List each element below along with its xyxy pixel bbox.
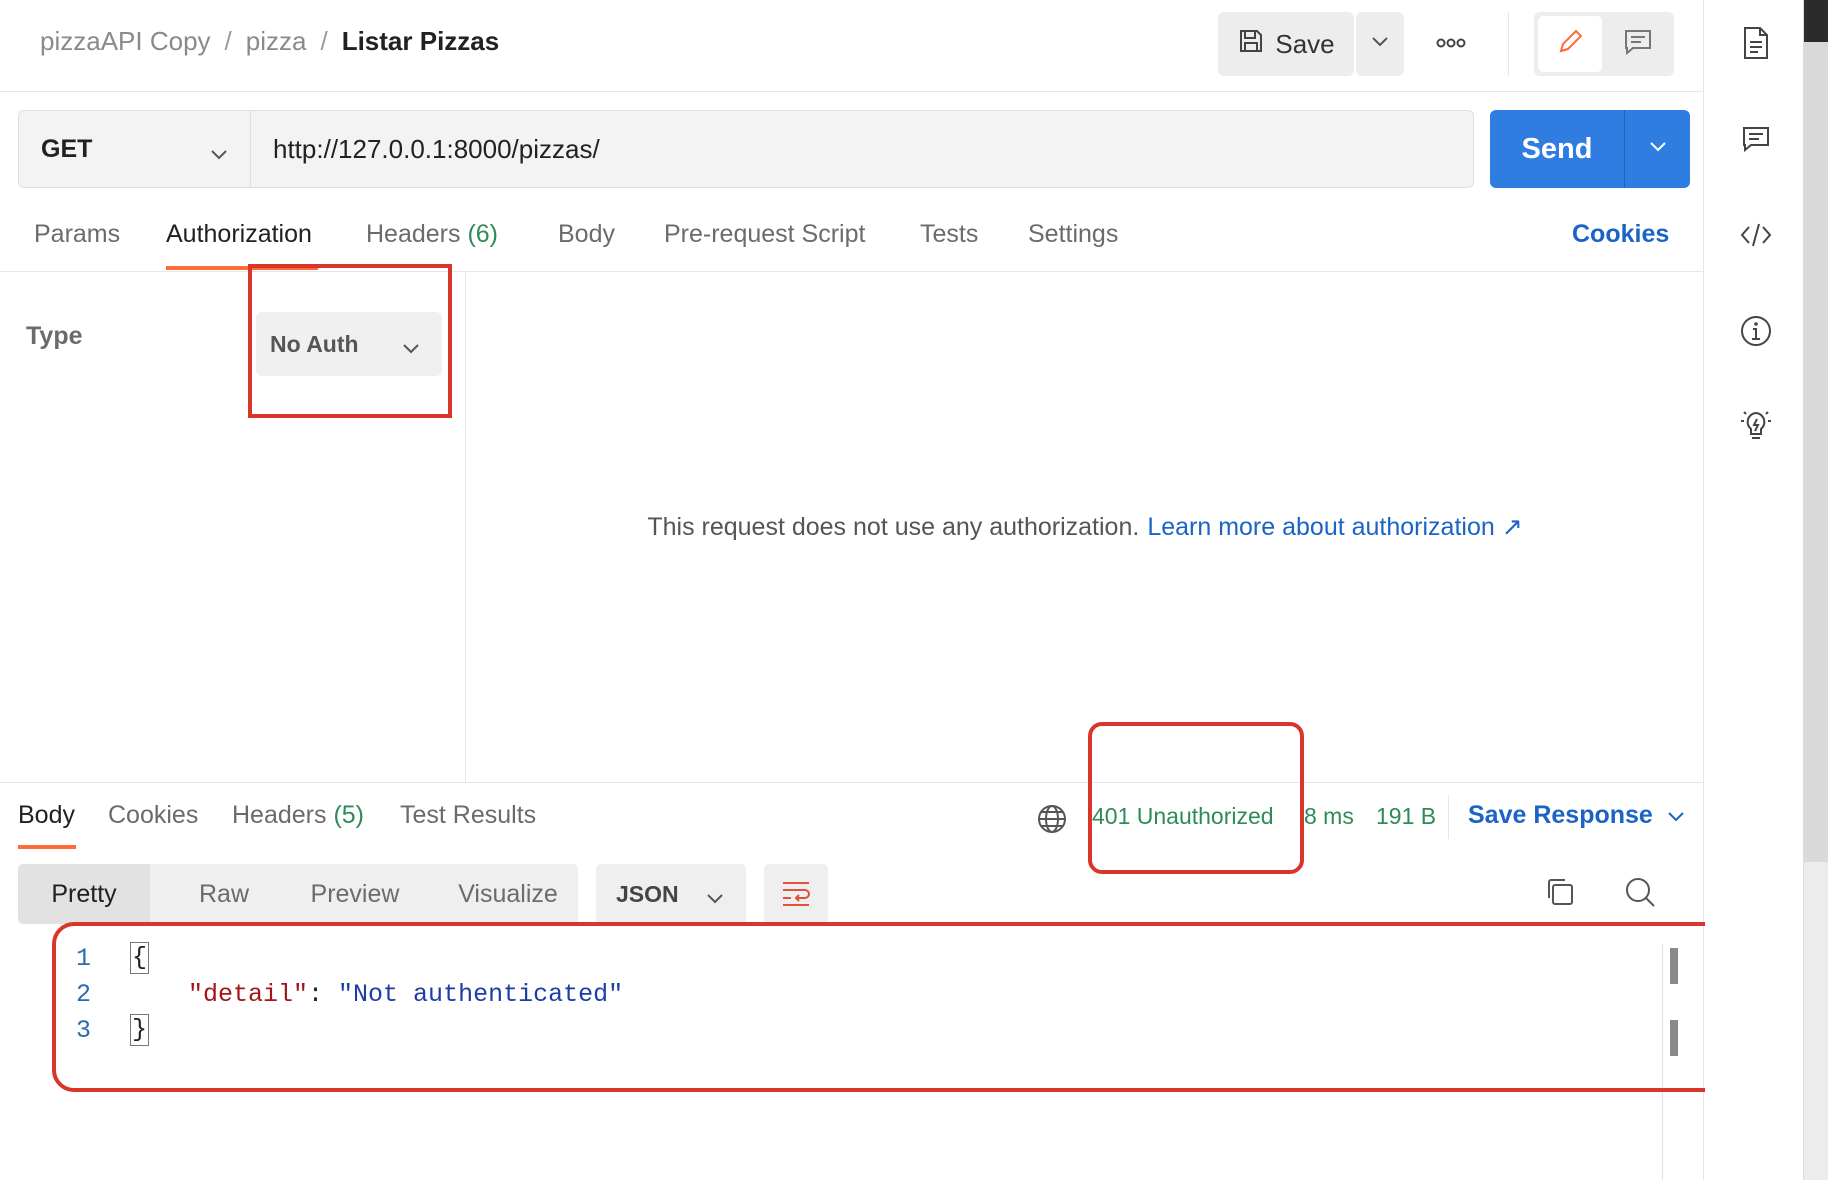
tab-headers[interactable]: Headers (6) (366, 220, 498, 249)
auth-type-label: Type (26, 322, 83, 350)
save-button[interactable]: Save (1218, 12, 1354, 76)
save-label: Save (1275, 28, 1335, 59)
breadcrumb-folder[interactable]: pizza (246, 26, 307, 57)
breadcrumb-separator: / (320, 26, 328, 56)
scrollbar-track (1804, 42, 1828, 862)
comment-icon (1623, 28, 1653, 61)
save-options-button[interactable] (1356, 12, 1404, 76)
breadcrumb-separator: / (224, 26, 232, 56)
language-select[interactable]: JSON (596, 864, 746, 924)
annotation-box-body (52, 922, 1740, 1092)
format-preview[interactable]: Preview (290, 864, 420, 924)
tab-body[interactable]: Body (558, 220, 615, 249)
chevron-down-icon (1649, 140, 1667, 158)
comment-icon[interactable] (1739, 122, 1773, 156)
info-icon[interactable] (1739, 314, 1773, 348)
copy-icon[interactable] (1544, 876, 1576, 913)
tab-tests[interactable]: Tests (920, 220, 978, 249)
format-pretty[interactable]: Pretty (18, 864, 150, 924)
active-response-tab-indicator (18, 845, 76, 849)
save-icon (1237, 27, 1265, 62)
lightbulb-icon[interactable] (1739, 408, 1773, 442)
response-divider (1448, 795, 1449, 839)
window-scrollbar[interactable] (1803, 0, 1828, 1180)
response-tab-headers[interactable]: Headers (5) (232, 801, 364, 830)
annotation-box-status (1088, 722, 1304, 874)
auth-message-text: This request does not use any authorizat… (647, 512, 1140, 541)
wrap-lines-button[interactable] (764, 864, 828, 924)
pencil-icon (1555, 27, 1585, 62)
code-icon[interactable] (1739, 218, 1773, 252)
response-tab-body[interactable]: Body (18, 801, 75, 830)
request-tabs: Params Authorization Headers (6) Body Pr… (0, 210, 1704, 272)
response-tab-headers-count: (5) (333, 801, 365, 829)
search-icon[interactable] (1624, 876, 1656, 913)
chevron-down-icon (706, 884, 724, 911)
tab-headers-label: Headers (366, 220, 461, 248)
chevron-down-icon (210, 139, 228, 168)
url-input[interactable]: http://127.0.0.1:8000/pizzas/ (250, 110, 1474, 188)
cookies-link[interactable]: Cookies (1572, 220, 1669, 249)
chevron-down-icon (1667, 801, 1685, 830)
request-name[interactable]: Listar Pizzas (342, 26, 500, 57)
tab-headers-count: (6) (467, 220, 499, 248)
format-visualize[interactable]: Visualize (438, 864, 578, 924)
more-actions-button[interactable] (1428, 26, 1474, 62)
header-divider (1508, 12, 1509, 76)
annotation-box-auth (248, 264, 452, 418)
auth-message: This request does not use any authorizat… (466, 272, 1704, 782)
wrap-lines-icon (780, 878, 812, 911)
mode-toggle (1534, 12, 1674, 76)
format-raw[interactable]: Raw (156, 864, 292, 924)
send-button[interactable]: Send (1490, 110, 1624, 188)
response-tab-headers-label: Headers (232, 801, 327, 829)
send-options-button[interactable] (1624, 110, 1690, 188)
tab-settings[interactable]: Settings (1028, 220, 1118, 249)
response-tab-test-results[interactable]: Test Results (400, 801, 536, 830)
save-response-button[interactable]: Save Response (1468, 801, 1685, 830)
language-value: JSON (616, 880, 679, 907)
tab-prerequest-script[interactable]: Pre-request Script (664, 220, 865, 249)
response-tab-cookies[interactable]: Cookies (108, 801, 198, 830)
more-icon (1436, 35, 1466, 53)
learn-more-link[interactable]: Learn more about authorization ↗ (1147, 512, 1522, 542)
save-response-label: Save Response (1468, 801, 1653, 829)
response-bar: Body Cookies Headers (5) Test Results 40… (0, 782, 1704, 856)
tab-params[interactable]: Params (34, 220, 120, 249)
scrollbar-thumb[interactable] (1804, 0, 1828, 42)
tab-authorization[interactable]: Authorization (166, 220, 312, 249)
breadcrumb: pizzaAPI Copy / pizza / Listar Pizzas (40, 26, 499, 57)
response-time[interactable]: 8 ms (1304, 803, 1354, 830)
edit-mode-button[interactable] (1538, 16, 1602, 72)
main-panel: pizzaAPI Copy / pizza / Listar Pizzas Sa… (0, 0, 1740, 1180)
method-value: GET (41, 134, 93, 163)
right-sidebar (1705, 0, 1803, 1180)
response-size[interactable]: 191 B (1376, 803, 1436, 830)
breadcrumb-collection[interactable]: pizzaAPI Copy (40, 26, 211, 57)
response-format-group: Pretty Raw Preview Visualize (18, 864, 578, 924)
comment-mode-button[interactable] (1606, 16, 1670, 72)
request-header: pizzaAPI Copy / pizza / Listar Pizzas Sa… (0, 0, 1704, 92)
chevron-down-icon (1371, 35, 1389, 53)
globe-icon[interactable] (1036, 803, 1068, 840)
document-icon[interactable] (1739, 26, 1773, 60)
method-select[interactable]: GET (18, 110, 250, 188)
